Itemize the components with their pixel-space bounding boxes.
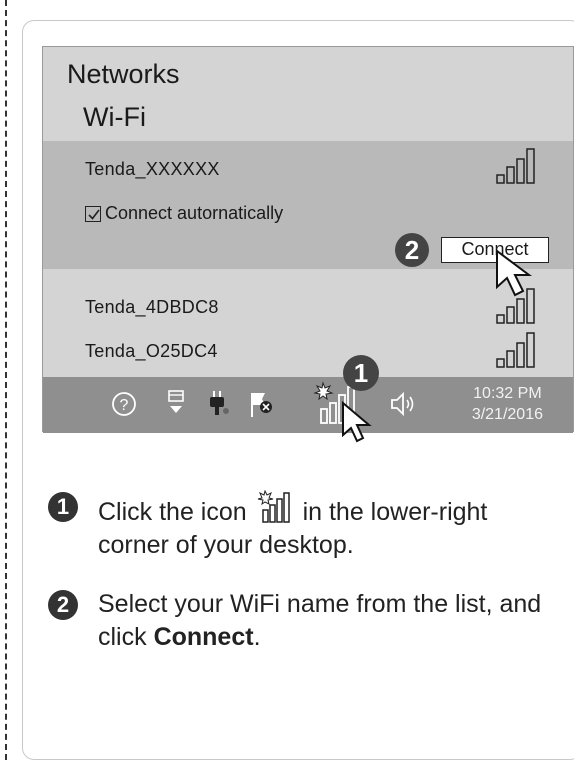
callout-number-2: 2 xyxy=(395,233,429,267)
power-plug-icon[interactable] xyxy=(205,389,231,419)
step-text: Click the icon in the lower-right corner… xyxy=(98,490,558,562)
step-text: Select your WiFi name from the list, and… xyxy=(98,588,558,654)
action-center-flag-icon[interactable] xyxy=(249,389,275,419)
auto-connect-checkbox[interactable]: Connect autornatically xyxy=(85,203,283,224)
instruction-step-1: 1 Click the icon in the lower-right corn… xyxy=(48,490,558,562)
clock-time: 10:32 PM xyxy=(473,385,542,402)
svg-text:?: ? xyxy=(120,397,129,414)
signal-strength-icon xyxy=(496,332,535,368)
instruction-step-2: 2 Select your WiFi name from the list, a… xyxy=(48,588,558,654)
signal-strength-icon xyxy=(496,148,535,184)
step-bold-text: Connect xyxy=(153,623,254,651)
checkbox-icon[interactable] xyxy=(85,205,101,222)
volume-icon[interactable] xyxy=(389,391,417,417)
wifi-signal-icon xyxy=(257,490,290,523)
step-text-part: . xyxy=(253,623,261,651)
clock-date: 3/21/2016 xyxy=(471,406,543,423)
signal-strength-icon xyxy=(496,288,535,324)
dashed-border xyxy=(5,0,7,760)
auto-connect-label: Connect autornatically xyxy=(105,203,284,223)
step-text-part: Click the icon xyxy=(98,498,247,526)
taskbar: ? 10:32 PM 3/21/2016 xyxy=(43,377,573,443)
callout-number-1: 1 xyxy=(343,355,379,391)
help-icon[interactable]: ? xyxy=(111,391,137,417)
networks-flyout: Networks Wi-Fi Tenda_XXXXXX Connect auto… xyxy=(42,46,574,443)
wifi-heading: Wi-Fi xyxy=(83,102,146,132)
step-number-badge: 2 xyxy=(48,590,78,620)
network-item[interactable]: Tenda_O25DC4 xyxy=(85,341,218,362)
system-clock[interactable]: 10:32 PM 3/21/2016 xyxy=(472,383,543,425)
networks-title: Networks xyxy=(67,59,180,89)
step-number-badge: 1 xyxy=(48,492,78,522)
network-icon[interactable] xyxy=(165,389,187,419)
network-name: Tenda_XXXXXX xyxy=(85,159,220,179)
network-item[interactable]: Tenda_4DBDC8 xyxy=(85,297,219,318)
mouse-cursor-icon xyxy=(342,400,372,443)
